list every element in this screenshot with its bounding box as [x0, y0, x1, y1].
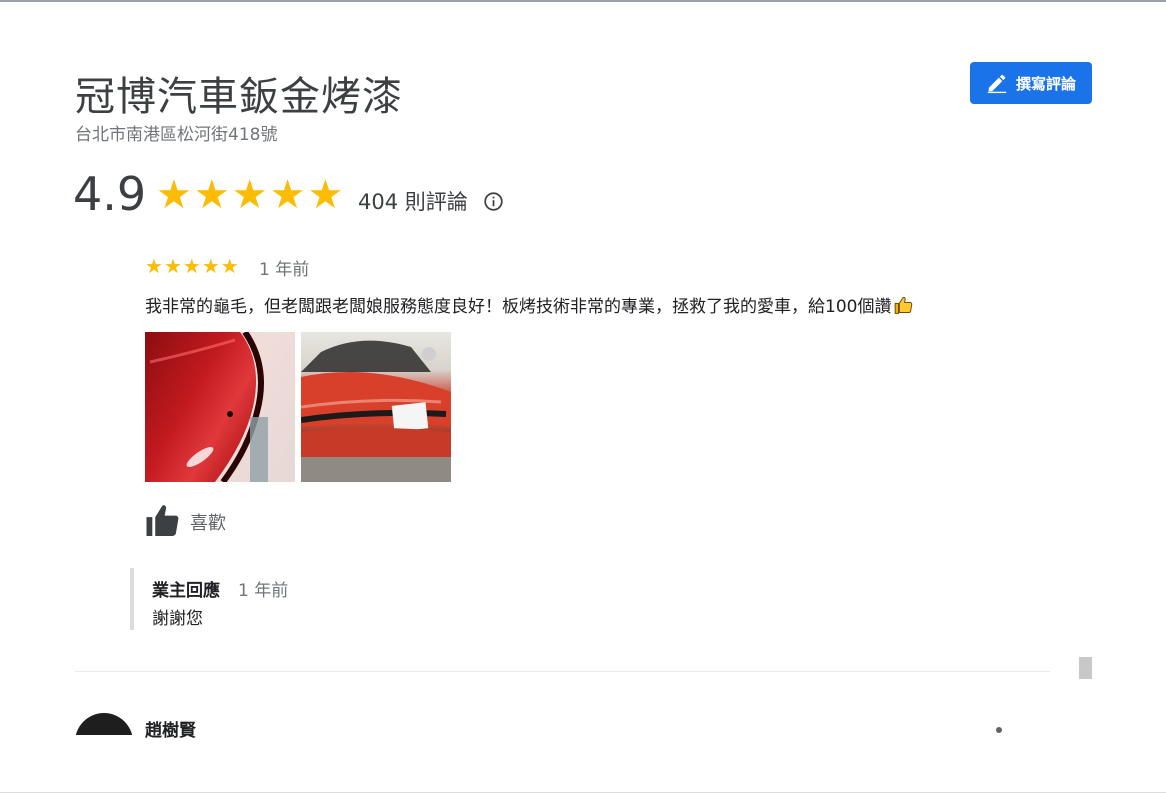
like-button[interactable]: 喜歡	[145, 504, 226, 540]
star-icon: ★	[156, 172, 192, 218]
bottom-border	[0, 792, 1166, 793]
reviewer-name[interactable]: 趙樹賢	[145, 716, 196, 741]
star-icon: ★	[163, 254, 182, 278]
owner-reply-text: 謝謝您	[152, 609, 203, 629]
thumbs-up-icon	[145, 504, 180, 540]
star-icon: ★	[182, 254, 201, 278]
star-icon: ★	[269, 172, 306, 218]
owner-reply-time: 1 年前	[238, 581, 289, 601]
write-review-label: 撰寫評論	[1015, 74, 1076, 93]
owner-reply-bar	[130, 568, 134, 630]
average-rating: 4.9	[73, 167, 147, 221]
star-icon: ★	[193, 172, 230, 218]
scrollbar-thumb[interactable]	[1079, 657, 1092, 679]
review-photo-2[interactable]	[301, 332, 451, 482]
star-icon: ★	[307, 172, 344, 218]
review-time: 1 年前	[259, 260, 310, 280]
business-address: 台北市南港區松河街418號	[75, 125, 278, 145]
star-icon: ★	[220, 254, 239, 278]
review-text-body: 我非常的龜毛，但老闆跟老闆娘服務態度良好！板烤技術非常的專業，拯救了我的愛車，給…	[145, 297, 892, 317]
business-name: 冠博汽車鈑金烤漆	[75, 74, 403, 120]
star-icon: ★	[201, 254, 220, 278]
star-icon: ★	[231, 172, 268, 218]
review-count: 404 則評論	[358, 190, 468, 214]
like-label: 喜歡	[190, 513, 226, 534]
info-icon[interactable]	[483, 191, 504, 212]
review-text: 我非常的龜毛，但老闆跟老闆娘服務態度良好！板烤技術非常的專業，拯救了我的愛車，給…	[145, 292, 914, 320]
review-photo-1[interactable]	[145, 332, 295, 482]
thumbs-up-emoji-icon	[893, 295, 914, 320]
top-border	[0, 0, 1166, 2]
average-rating-stars: ★ ★ ★ ★ ★	[156, 174, 343, 216]
more-options-icon[interactable]	[996, 727, 1002, 733]
viewport-clip	[70, 735, 150, 792]
review-divider	[75, 671, 1050, 672]
pencil-icon	[986, 72, 1008, 94]
owner-reply-title: 業主回應	[152, 581, 220, 601]
review-stars: ★ ★ ★ ★ ★	[145, 255, 239, 277]
write-review-button[interactable]: 撰寫評論	[970, 62, 1092, 104]
star-icon: ★	[145, 254, 163, 278]
